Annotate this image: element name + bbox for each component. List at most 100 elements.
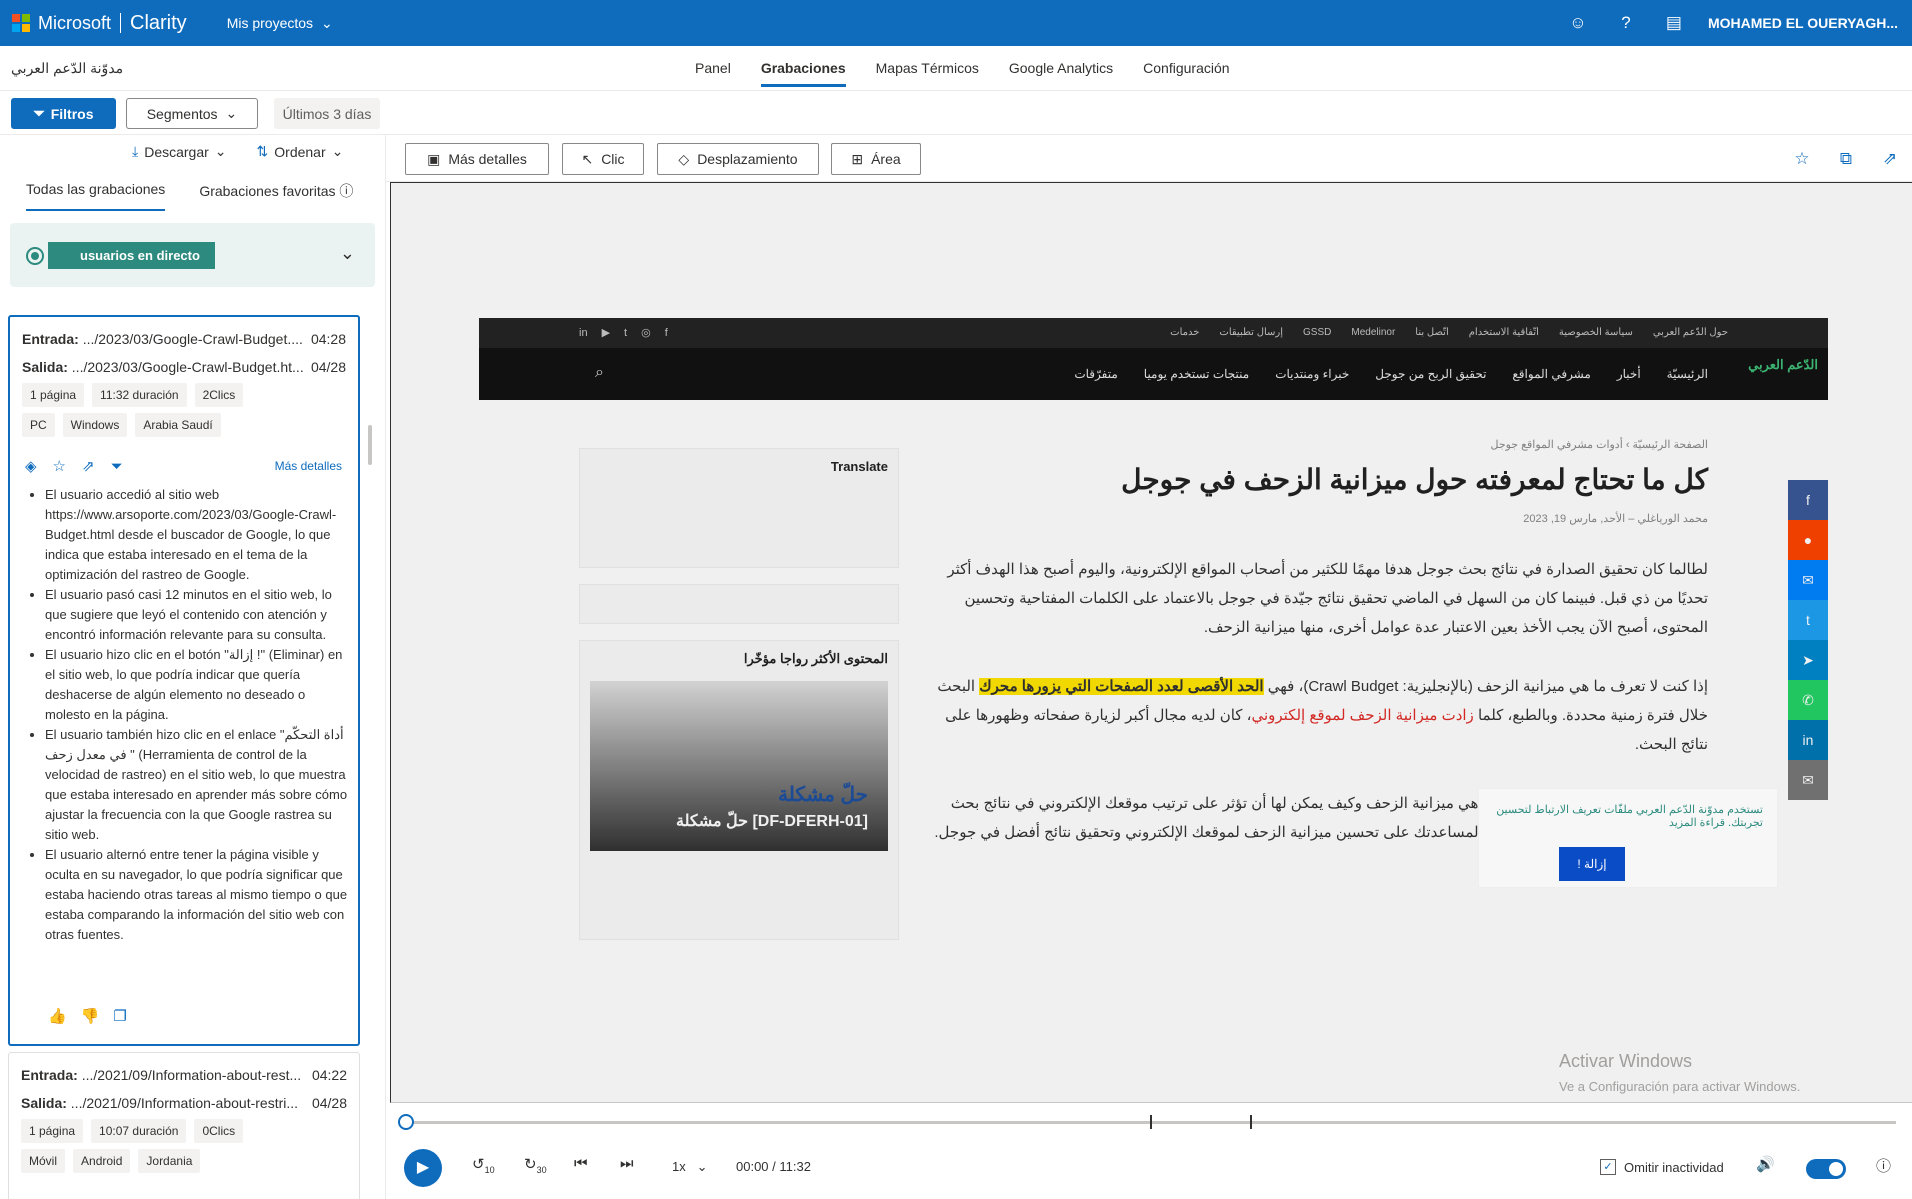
- player-toolbar: ▣ Más detalles ↖ Clic ◇ Desplazamiento ⊞ Áre…: [386, 135, 1912, 182]
- summary-item: El usuario hizo clic en el botón "إزالة …: [45, 645, 348, 725]
- site-nav-item: منتجات تستخدم يوميا: [1143, 367, 1250, 381]
- summary-item: El usuario alternó entre tener la página…: [45, 845, 348, 945]
- recording-card[interactable]: Entrada: .../2023/03/Google-Crawl-Budget…: [8, 315, 360, 1046]
- filters-label: Filtros: [50, 105, 94, 122]
- download-label: Descargar: [144, 143, 209, 160]
- site-topbar: in ▶ t ◎ f حول الدّعم العربي سياسة الخصو…: [479, 318, 1828, 348]
- site-nav-item: تحقيق الربح من جوجل: [1375, 367, 1487, 381]
- duration-tag: 10:07 duración: [91, 1119, 187, 1143]
- tab-recordings[interactable]: Grabaciones: [746, 46, 861, 91]
- download-button[interactable]: ⤓ Descargar ⌄: [132, 143, 227, 160]
- skip-inactivity-label: Omitir inactividad: [1624, 1159, 1724, 1175]
- exit-label: Salida:: [22, 359, 68, 375]
- device-tag: Móvil: [21, 1149, 66, 1173]
- chevron-down-icon[interactable]: ⌄: [340, 243, 355, 264]
- sort-label: Ordenar: [274, 143, 326, 160]
- entry-time: 04:22: [311, 1067, 347, 1083]
- thumbs-up-icon[interactable]: 👍: [48, 1007, 67, 1025]
- tab-favorite-recordings[interactable]: Grabaciones favoritas ⓘ: [199, 181, 353, 201]
- device-tag: PC: [22, 413, 55, 437]
- volume-icon[interactable]: 🔊: [1756, 1155, 1775, 1173]
- recording-card[interactable]: Entrada: .../2021/09/Information-about-r…: [8, 1052, 360, 1199]
- session-player[interactable]: in ▶ t ◎ f حول الدّعم العربي سياسة الخصو…: [390, 182, 1912, 1103]
- timeline-scrubber[interactable]: [398, 1114, 414, 1130]
- rewind-10-icon[interactable]: ↺10: [472, 1155, 495, 1175]
- facebook-icon: f: [664, 327, 668, 339]
- checkmark-icon: ✓: [1600, 1159, 1616, 1175]
- entry-time: 04:28: [310, 331, 346, 347]
- exit-url: .../2023/03/Google-Crawl-Budget.ht...: [71, 359, 304, 375]
- forward-30-icon[interactable]: ↻30: [524, 1155, 547, 1175]
- filter-row: ⏷ Filtros Segmentos ⌄ Últimos 3 días: [0, 91, 1912, 135]
- open-external-icon[interactable]: ⧉: [1824, 143, 1868, 175]
- more-details-button[interactable]: ▣ Más detalles: [405, 143, 549, 175]
- scrollbar[interactable]: [368, 425, 372, 465]
- copy-icon[interactable]: ❐: [113, 1007, 126, 1025]
- scroll-button[interactable]: ◇ Desplazamiento: [657, 143, 819, 175]
- projects-label: Mis proyectos: [226, 15, 314, 31]
- share-icon[interactable]: ⇗: [82, 457, 95, 475]
- copilot-icon[interactable]: ◈: [25, 457, 37, 475]
- recordings-panel: ⤓ Descargar ⌄ ⇅ Ordenar ⌄ Todas las grabacio…: [0, 135, 386, 1199]
- tab-panel[interactable]: Panel: [680, 46, 746, 91]
- site-top-link: إرسال تطبيقات: [1219, 327, 1284, 338]
- smiley-icon[interactable]: ☺: [1554, 13, 1602, 33]
- thumbs-down-icon[interactable]: 👎: [81, 1007, 100, 1025]
- microsoft-logo-icon: [12, 14, 30, 32]
- brand-name: Microsoft: [38, 12, 112, 33]
- help-icon[interactable]: ?: [1602, 13, 1650, 33]
- live-users-panel[interactable]: usuarios en directo ⌄: [10, 223, 375, 287]
- event-marker: [1250, 1115, 1252, 1129]
- sort-button[interactable]: ⇅ Ordenar ⌄: [257, 143, 344, 160]
- site-nav-item: مشرفي المواقع: [1512, 367, 1591, 381]
- exit-url: .../2021/09/Information-about-restri...: [70, 1095, 299, 1111]
- brand[interactable]: Microsoft Clarity: [38, 12, 187, 35]
- tab-heatmaps[interactable]: Mapas Térmicos: [861, 46, 994, 91]
- play-button[interactable]: ▶: [404, 1149, 442, 1187]
- site-top-link: اتّصل بنا: [1415, 327, 1449, 338]
- share-icon[interactable]: ⇗: [1868, 143, 1912, 175]
- more-details-link[interactable]: Más detalles: [275, 459, 342, 473]
- projects-menu[interactable]: Mis proyectos ⌄: [227, 15, 333, 32]
- ai-summary: El usuario accedió al sitio web https://…: [30, 485, 348, 945]
- time-readout: 00:00 / 11:32: [736, 1159, 811, 1174]
- speed-select[interactable]: 1x ⌄: [672, 1159, 707, 1175]
- entry-row: Entrada: .../2021/09/Information-about-r…: [21, 1067, 347, 1083]
- exit-label: Salida:: [21, 1095, 67, 1111]
- user-menu[interactable]: MOHAMED EL OUERYAGH...: [1708, 15, 1898, 31]
- date-range-chip[interactable]: Últimos 3 días: [274, 98, 380, 129]
- country-tag: Arabia Saudí: [135, 413, 221, 437]
- autoplay-toggle[interactable]: [1806, 1159, 1846, 1179]
- star-icon[interactable]: ☆: [53, 457, 66, 475]
- previous-page-icon[interactable]: ⏮: [574, 1155, 588, 1172]
- top-bar: Microsoft Clarity Mis proyectos ⌄ ☺ ? ▤ …: [0, 0, 1912, 46]
- star-icon[interactable]: ☆: [1780, 143, 1824, 175]
- click-label: Clic: [601, 151, 625, 167]
- summary-item: El usuario también hizo clic en el enlac…: [45, 725, 348, 845]
- click-button[interactable]: ↖ Clic: [562, 143, 644, 175]
- segments-button[interactable]: Segmentos ⌄: [126, 98, 258, 129]
- tab-google-analytics[interactable]: Google Analytics: [994, 46, 1128, 91]
- tab-all-recordings[interactable]: Todas las grabaciones: [26, 181, 166, 211]
- exit-row: Salida: .../2021/09/Information-about-re…: [21, 1095, 347, 1111]
- info-icon[interactable]: ⓘ: [1876, 1155, 1891, 1176]
- exit-row: Salida: .../2023/03/Google-Crawl-Budget.…: [22, 359, 346, 375]
- site-nav-item: خبراء ومنتديات: [1275, 367, 1350, 381]
- next-page-icon[interactable]: ⏭: [620, 1155, 634, 1172]
- exit-date: 04/28: [310, 359, 346, 375]
- cookie-dismiss-button: إزالة !: [1559, 847, 1625, 881]
- chevron-down-icon: ⌄: [214, 143, 227, 159]
- area-button[interactable]: ⊞ Área: [831, 143, 921, 175]
- entry-label: Entrada:: [21, 1067, 78, 1083]
- entry-row: Entrada: .../2023/03/Google-Crawl-Budget…: [22, 331, 346, 347]
- skip-inactivity-checkbox[interactable]: ✓ Omitir inactividad: [1600, 1159, 1724, 1175]
- filter-icon[interactable]: ⏷: [111, 458, 123, 475]
- entry-url: .../2021/09/Information-about-rest...: [81, 1067, 302, 1083]
- scroll-label: Desplazamiento: [697, 151, 798, 167]
- document-icon[interactable]: ▤: [1650, 13, 1698, 33]
- cursor-icon: ↖: [581, 150, 594, 167]
- filters-button[interactable]: ⏷ Filtros: [11, 98, 116, 129]
- tab-settings[interactable]: Configuración: [1128, 46, 1244, 91]
- site-nav-item: أخبار: [1616, 367, 1641, 381]
- segments-label: Segmentos: [146, 105, 218, 122]
